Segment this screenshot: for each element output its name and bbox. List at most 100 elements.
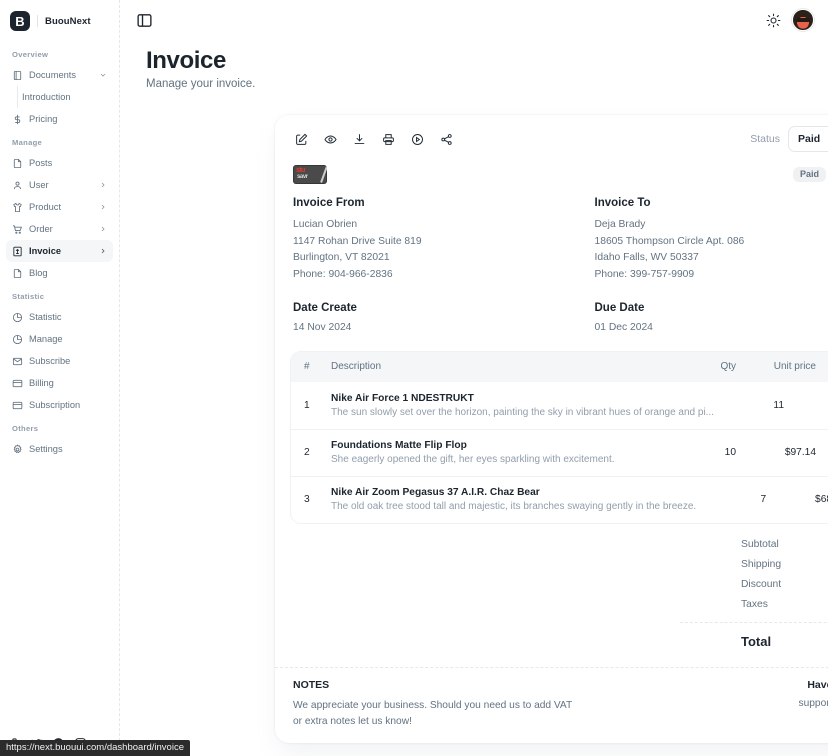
invoice-from-address1: 1147 Rohan Drive Suite 819 <box>293 235 422 247</box>
invoice-notes: NOTES We appreciate your business. Shoul… <box>275 668 828 744</box>
item-name: Foundations Matte Flip Flop <box>331 440 467 452</box>
sidebar: B BuouNext Overview Documents Introducti… <box>0 0 120 756</box>
sidebar-item-subscription[interactable]: Subscription <box>6 394 113 416</box>
topbar <box>120 0 828 40</box>
sidebar-item-invoice[interactable]: Invoice <box>6 240 113 262</box>
invoice-toolbar: Status Paid <box>275 115 828 163</box>
page-header: Invoice Manage your invoice. <box>120 40 828 90</box>
due-date-value: 01 Dec 2024 <box>594 321 653 333</box>
topbar-left <box>134 10 154 30</box>
sidebar-item-label: Settings <box>29 444 63 454</box>
sidebar-item-product[interactable]: Product <box>6 196 113 218</box>
company-logo-text-top: stu <box>296 167 305 174</box>
sidebar-item-order[interactable]: Order <box>6 218 113 240</box>
subtotal-value: $2,373.51 <box>786 539 828 550</box>
sidebar-subitem-introduction[interactable]: Introduction <box>6 86 113 108</box>
brand[interactable]: B BuouNext <box>0 0 119 38</box>
row-qty: 10 <box>724 447 736 459</box>
invoice-to-address2: Idaho Falls, WV 50337 <box>594 252 699 264</box>
sidebar-item-subscribe[interactable]: Subscribe <box>6 350 113 372</box>
invoice-identity: Paid INV-1991 <box>793 166 828 183</box>
sidebar-item-label: Subscription <box>29 400 81 410</box>
row-num: 3 <box>304 494 310 506</box>
shirt-icon <box>12 202 23 213</box>
item-desc: She eagerly opened the gift, her eyes sp… <box>331 454 615 466</box>
sun-icon[interactable] <box>763 10 783 30</box>
chevron-right-icon <box>99 247 107 255</box>
table-row: 2 Foundations Matte Flip Flop She eagerl… <box>291 428 828 476</box>
share-icon[interactable] <box>434 127 459 152</box>
nav-group-statistic-label: Statistic <box>12 292 45 301</box>
sidebar-item-settings[interactable]: Settings <box>6 438 113 460</box>
sidebar-item-label: Invoice <box>29 246 62 256</box>
gear-icon <box>12 443 23 455</box>
pie-chart-icon <box>12 334 23 345</box>
invoice-from-phone: Phone: 904-966-2836 <box>293 269 393 281</box>
sidebar-item-documents[interactable]: Documents <box>6 64 113 86</box>
page-title: Invoice <box>146 47 226 74</box>
sidebar-nav: Overview Documents Introduction Pricing <box>0 38 119 460</box>
sidebar-item-label: Statistic <box>29 312 62 322</box>
sidebar-item-posts[interactable]: Posts <box>6 152 113 174</box>
invoice-dates: Date Create 14 Nov 2024 Due Date 01 Dec … <box>275 284 828 333</box>
card-icon <box>12 378 23 389</box>
notes-body: We appreciate your business. Should you … <box>293 699 573 727</box>
company-logo-slash <box>320 166 327 183</box>
sidebar-toggle-icon[interactable] <box>134 10 154 30</box>
status-badge: Paid <box>793 167 827 182</box>
item-desc: The sun slowly set over the horizon, pai… <box>331 406 714 418</box>
eye-icon[interactable] <box>318 127 343 152</box>
notes-block: NOTES We appreciate your business. Shoul… <box>293 679 667 730</box>
sidebar-item-manage[interactable]: Manage <box>6 328 113 350</box>
print-icon[interactable] <box>376 127 401 152</box>
app-root: B BuouNext Overview Documents Introducti… <box>0 0 828 756</box>
avatar[interactable] <box>792 9 814 31</box>
status-select[interactable]: Paid <box>788 126 828 152</box>
taxes-value: $68.71 <box>786 599 828 610</box>
chevron-right-icon <box>99 181 107 189</box>
book-icon <box>12 70 23 81</box>
date-create-value: 14 Nov 2024 <box>293 321 352 333</box>
status-select-value: Paid <box>798 133 821 145</box>
invoice-to-address1: 18605 Thompson Circle Apt. 086 <box>594 235 745 247</box>
row-num: 2 <box>304 447 310 459</box>
sidebar-item-billing[interactable]: Billing <box>6 372 113 394</box>
sidebar-item-pricing[interactable]: Pricing <box>6 108 113 130</box>
row-qty: 11 <box>773 399 784 411</box>
due-date-title: Due Date <box>594 301 645 314</box>
support-email[interactable]: support@minimals.cc <box>667 698 828 709</box>
row-description: Foundations Matte Flip Flop She eagerly … <box>331 440 676 465</box>
company-logo-icon: stu savr <box>293 165 327 184</box>
download-icon[interactable] <box>347 127 372 152</box>
sidebar-item-label: Pricing <box>29 114 58 124</box>
sidebar-item-label: Order <box>29 224 53 234</box>
dollar-icon <box>12 114 23 125</box>
send-icon[interactable] <box>405 127 430 152</box>
subtotal-label: Subtotal <box>741 539 779 551</box>
chevron-right-icon <box>99 225 107 233</box>
row-price: $68.71 <box>815 494 828 506</box>
grand-total-label: Total <box>741 634 772 650</box>
column-header-num: # <box>304 361 310 373</box>
nav-group-overview-label: Overview <box>12 50 49 59</box>
sidebar-item-blog[interactable]: Blog <box>6 262 113 284</box>
brand-divider <box>37 15 38 27</box>
date-create: Date Create 14 Nov 2024 <box>293 302 595 333</box>
sidebar-item-statistic[interactable]: Statistic <box>6 306 113 328</box>
table-row: 3 Nike Air Zoom Pegasus 37 A.I.R. Chaz B… <box>291 475 828 523</box>
sidebar-item-label: Documents <box>29 70 77 80</box>
invoice-from: Invoice From Lucian Obrien 1147 Rohan Dr… <box>293 197 595 284</box>
sidebar-item-label: Posts <box>29 158 53 168</box>
edit-icon[interactable] <box>289 127 314 152</box>
company-logo-text-bottom: savr <box>297 174 308 180</box>
taxes-row: Taxes $68.71 <box>290 595 828 615</box>
sidebar-item-user[interactable]: User <box>6 174 113 196</box>
shipping-value: -$52.17 <box>786 559 828 570</box>
brand-name: BuouNext <box>45 15 91 27</box>
invoice-items-table: # Description Qty Unit price Total 1 Nik… <box>290 350 828 524</box>
card-icon <box>12 400 23 411</box>
sidebar-subitem-label: Introduction <box>22 92 71 102</box>
table-header-row: # Description Qty Unit price Total <box>291 351 828 382</box>
row-total: $971.40 <box>816 447 828 458</box>
invoice-to-phone: Phone: 399-757-9909 <box>594 269 695 281</box>
